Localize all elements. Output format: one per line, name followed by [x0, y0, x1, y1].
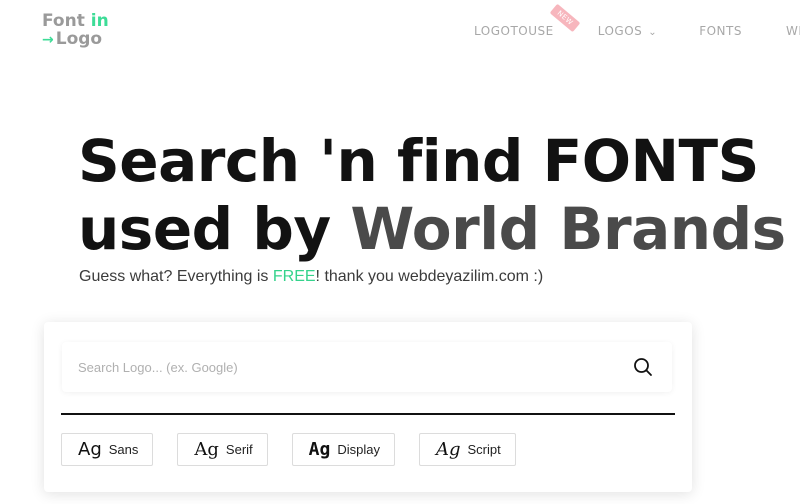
search-icon[interactable] [632, 356, 654, 378]
search-box [62, 342, 672, 392]
script-glyph-icon: Ag [435, 438, 461, 460]
logo-word-font: Font [42, 11, 85, 31]
filter-serif-button[interactable]: Ag Serif [177, 433, 268, 466]
search-card: Ag Sans Ag Serif Ag Display Ag Script [44, 322, 692, 492]
subtitle-free: FREE [272, 268, 316, 285]
filter-sans-button[interactable]: Ag Sans [61, 433, 154, 466]
nav-item-we[interactable]: WE [786, 24, 800, 38]
hero-line-1: Search 'n find FONTS [78, 127, 759, 195]
new-badge: NEW [549, 3, 581, 33]
nav-item-fonts[interactable]: FONTS [699, 24, 742, 38]
search-divider [61, 413, 675, 415]
hero-heading: Search 'n find FONTS used by World Brand… [78, 127, 786, 263]
subtitle-before: Guess what? Everything is [79, 268, 273, 285]
filter-script-button[interactable]: Ag Script [418, 433, 516, 466]
nav-item-label: LOGOS [597, 24, 643, 38]
font-category-filters: Ag Sans Ag Serif Ag Display Ag Script [61, 433, 540, 466]
nav-item-label: LOGOTOUSE [474, 24, 554, 38]
hero-line-2-b: World Brands [350, 195, 786, 263]
display-glyph-icon: Ag [308, 438, 331, 460]
logo-arrow-icon: → [42, 32, 54, 48]
filter-label: Sans [108, 442, 139, 457]
hero-line-2-a: used by [78, 195, 351, 263]
logo-word-logo: Logo [55, 29, 103, 49]
serif-glyph-icon: Ag [194, 438, 219, 460]
filter-label: Serif [225, 442, 253, 457]
logo-line-2: → Logo [42, 30, 109, 49]
nav-item-logotouse[interactable]: LOGOTOUSE NEW [474, 3, 581, 38]
nav-item-logos[interactable]: LOGOS ⌄ [598, 24, 657, 38]
filter-label: Display [337, 442, 380, 457]
logo-line-1: Font in [42, 12, 109, 30]
logo-word-in: in [90, 11, 109, 31]
hero-line-2: used by World Brands [78, 195, 786, 263]
filter-display-button[interactable]: Ag Display [291, 433, 395, 466]
main-nav: LOGOTOUSE NEW LOGOS ⌄ FONTS WE [474, 3, 800, 38]
subtitle-after: ! thank you webdeyazilim.com :) [315, 268, 544, 285]
site-logo[interactable]: Font in → Logo [42, 12, 109, 49]
search-input[interactable] [62, 342, 602, 392]
chevron-down-icon: ⌄ [648, 27, 658, 38]
filter-label: Script [467, 442, 501, 457]
sans-glyph-icon: Ag [78, 438, 102, 460]
hero-subtitle: Guess what? Everything is FREE! thank yo… [79, 268, 543, 286]
